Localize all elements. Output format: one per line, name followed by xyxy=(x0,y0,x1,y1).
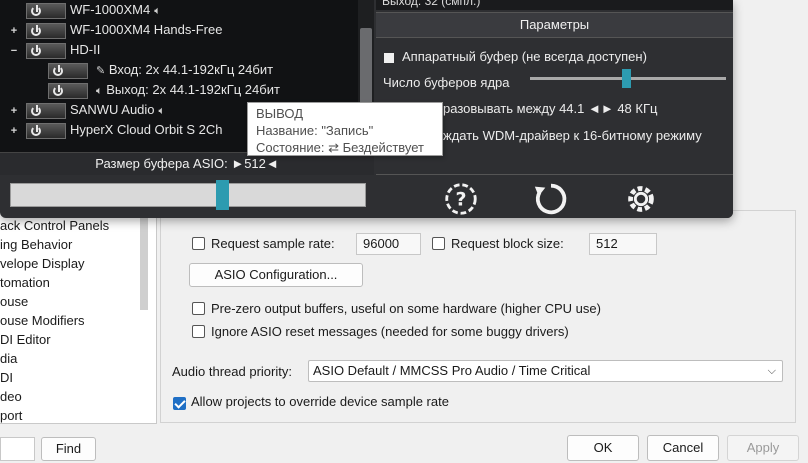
device-row[interactable]: + HyperX Cloud Orbit S 2Ch xyxy=(8,120,222,140)
latency-strip: Выход: 32 (смпл.) xyxy=(376,0,733,10)
device-name: HyperX Cloud Orbit S 2Ch xyxy=(70,122,223,137)
tooltip-state: Состояние: ⇄ Бездействует xyxy=(256,140,425,155)
ok-button[interactable]: OK xyxy=(567,435,639,461)
tree-item[interactable]: ouse xyxy=(0,292,156,311)
divider xyxy=(376,174,733,175)
speaker-icon: 🔈︎ xyxy=(96,85,103,97)
thread-priority-label: Audio thread priority: xyxy=(172,364,292,379)
tree-item[interactable]: port xyxy=(0,406,156,423)
tree-item[interactable]: DI xyxy=(0,368,156,387)
tree-item[interactable]: dia xyxy=(0,349,156,368)
expander[interactable]: + xyxy=(8,101,20,121)
wdm-option-label[interactable]: ждать WDM-драйвер к 16-битному режиму xyxy=(443,128,702,143)
buffer-size-slider-thumb[interactable] xyxy=(216,180,229,210)
tooltip: ВЫВОД Название: "Запись" Состояние: ⇄ Бе… xyxy=(247,102,443,156)
request-sample-rate-label: Request sample rate: xyxy=(211,236,335,251)
find-button[interactable]: Find xyxy=(41,437,96,461)
channel-name: Вход: 2x 44.1-192кГц 24бит xyxy=(108,62,274,77)
device-name: HD-II xyxy=(70,42,101,57)
hw-buffer-option[interactable]: Аппаратный буфер (не всегда доступен) xyxy=(384,49,647,64)
resample-option-label[interactable]: разовывать между 44.1 ◄► 48 КГц xyxy=(443,101,657,116)
sample-rate-field[interactable]: 96000 xyxy=(356,233,421,255)
power-icon[interactable] xyxy=(26,102,66,119)
expander[interactable]: − xyxy=(8,41,20,61)
device-row[interactable]: − HD-II xyxy=(8,40,100,60)
reset-icon[interactable] xyxy=(532,180,570,218)
power-icon[interactable] xyxy=(26,22,66,39)
ignore-reset-label: Ignore ASIO reset messages (needed for s… xyxy=(211,324,569,339)
chevron-down-icon: ⌵ xyxy=(767,365,776,377)
request-sample-rate-checkbox[interactable] xyxy=(192,237,205,250)
device-row[interactable]: + SANWU Audio 🔈︎ xyxy=(8,100,165,120)
tree-item[interactable]: tomation xyxy=(0,273,156,292)
tree-scrollbar[interactable] xyxy=(140,210,148,310)
power-icon[interactable] xyxy=(48,62,88,79)
channel-row[interactable]: ✎ Вход: 2x 44.1-192кГц 24бит xyxy=(42,60,273,80)
help-icon[interactable]: ? xyxy=(442,180,480,218)
thread-priority-value: ASIO Default / MMCSS Pro Audio / Time Cr… xyxy=(313,363,591,378)
power-icon[interactable] xyxy=(26,2,66,19)
request-block-size-label: Request block size: xyxy=(451,236,564,251)
microphone-icon: ✎ xyxy=(96,65,106,77)
channel-row[interactable]: 🔈︎ Выход: 2x 44.1-192кГц 24бит xyxy=(42,80,280,100)
find-input[interactable] xyxy=(0,437,35,461)
buffer-size-slider[interactable] xyxy=(10,183,366,207)
expander[interactable]: + xyxy=(8,21,20,41)
channel-name: Выход: 2x 44.1-192кГц 24бит xyxy=(106,82,280,97)
block-size-field[interactable]: 512 xyxy=(589,233,657,255)
output-latency-text: Выход: 32 (смпл.) xyxy=(382,0,481,8)
tree-item[interactable]: ouse Modifiers xyxy=(0,311,156,330)
thread-priority-select[interactable]: ASIO Default / MMCSS Pro Audio / Time Cr… xyxy=(308,360,783,382)
svg-text:?: ? xyxy=(455,189,466,211)
prezero-buffers-label: Pre-zero output buffers, useful on some … xyxy=(211,301,601,316)
apply-button[interactable]: Apply xyxy=(727,435,799,461)
allow-override-checkbox[interactable] xyxy=(173,397,186,411)
speaker-icon: 🔈︎ xyxy=(158,105,166,117)
tree-item[interactable]: velope Display xyxy=(0,254,156,273)
expander[interactable]: + xyxy=(8,121,20,141)
tree-item[interactable]: deo xyxy=(0,387,156,406)
power-icon[interactable] xyxy=(26,122,66,139)
speaker-icon: 🔈︎ xyxy=(154,5,161,17)
device-name: WF-1000XM4 Hands-Free xyxy=(70,22,223,37)
buffer-count-label: Число буферов ядра xyxy=(383,75,510,90)
allow-override-label: Allow projects to override device sample… xyxy=(191,394,449,409)
cancel-button[interactable]: Cancel xyxy=(647,435,719,461)
tooltip-title: ВЫВОД xyxy=(256,106,304,121)
device-name: SANWU Audio xyxy=(70,102,155,117)
buffer-count-slider-thumb[interactable] xyxy=(622,69,631,88)
tooltip-name: Название: "Запись" xyxy=(256,123,374,138)
power-icon[interactable] xyxy=(26,42,66,59)
tree-item[interactable]: ing Behavior xyxy=(0,235,156,254)
settings-gear-icon[interactable] xyxy=(622,180,660,218)
preferences-tree[interactable]: ack Control Panels ing Behavior velope D… xyxy=(0,210,157,424)
parameters-header: Параметры xyxy=(376,12,733,38)
asio-configuration-button[interactable]: ASIO Configuration... xyxy=(189,263,363,287)
ignore-reset-checkbox[interactable] xyxy=(192,325,205,338)
power-icon[interactable] xyxy=(48,82,88,99)
device-row[interactable]: + WF-1000XM4 Hands-Free xyxy=(8,20,222,40)
hw-buffer-label: Аппаратный буфер (не всегда доступен) xyxy=(402,49,647,64)
tree-item[interactable]: ack Control Panels xyxy=(0,216,156,235)
prezero-buffers-checkbox[interactable] xyxy=(192,302,205,315)
hw-buffer-checkbox[interactable] xyxy=(384,52,394,63)
device-row[interactable]: WF-1000XM4 🔈︎ xyxy=(8,0,161,20)
tree-item[interactable]: DI Editor xyxy=(0,330,156,349)
device-name: WF-1000XM4 xyxy=(70,2,151,17)
request-block-size-checkbox[interactable] xyxy=(432,237,445,250)
